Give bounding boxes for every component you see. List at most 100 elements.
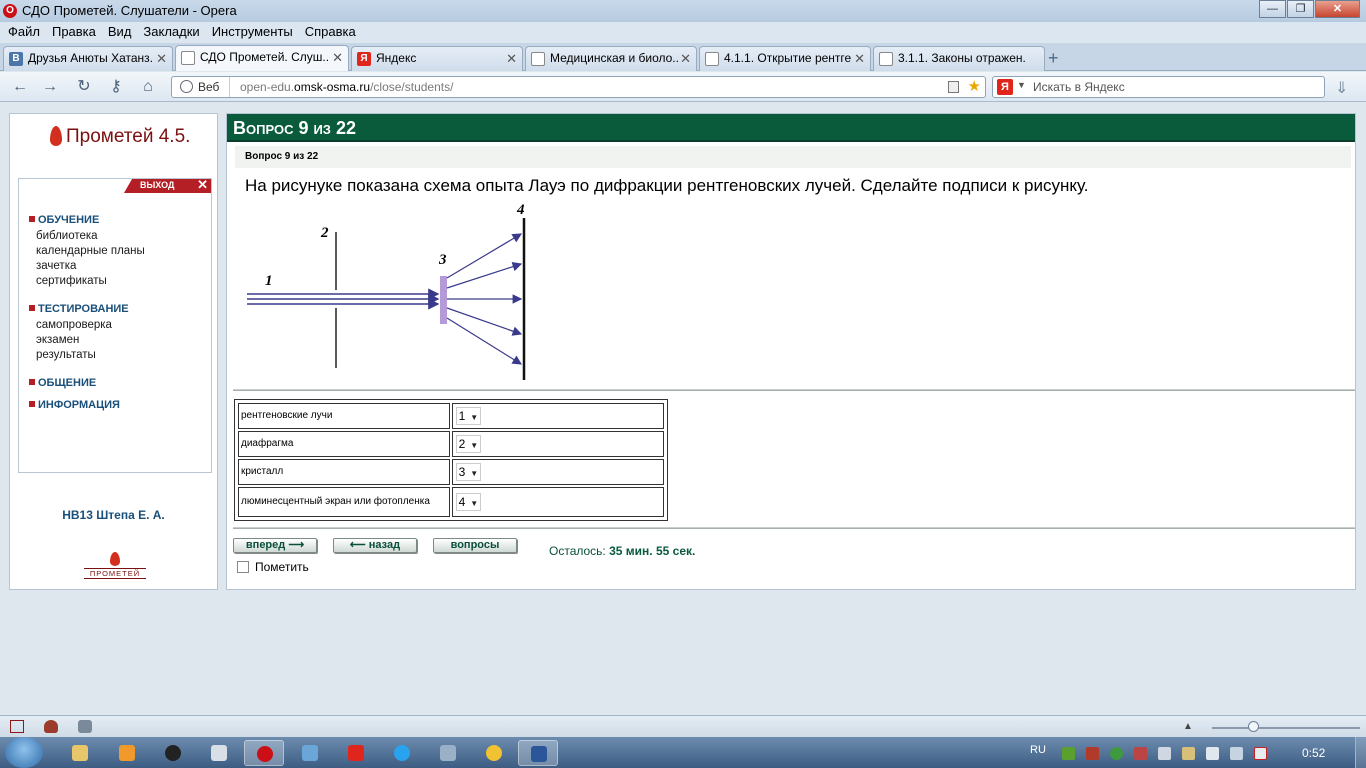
menu-edit[interactable]: Правка <box>48 22 104 42</box>
answer-select[interactable]: 3 ▼ <box>455 463 482 481</box>
tab-close-icon[interactable]: ✕ <box>506 51 517 67</box>
section-communication[interactable]: ОБЩЕНИЕ <box>29 377 96 389</box>
tab-close-icon[interactable]: ✕ <box>156 51 167 67</box>
sidebar-item-results[interactable]: результаты <box>36 349 96 361</box>
paint-icon <box>302 745 318 761</box>
answer-select[interactable]: 1 ▼ <box>455 407 482 425</box>
chevron-down-icon: ▼ <box>470 413 479 422</box>
show-desktop-button[interactable] <box>1355 737 1366 768</box>
back-arrow-icon[interactable]: ← <box>10 77 30 97</box>
tray-app-icon[interactable] <box>1134 747 1147 760</box>
tab-yandex[interactable]: Я Яндекс ✕ <box>351 46 523 71</box>
close-button[interactable]: ✕ <box>1315 0 1360 18</box>
zoom-slider[interactable] <box>1212 727 1360 729</box>
downloads-icon[interactable]: ⇓ <box>1335 78 1348 98</box>
key-icon[interactable]: ⚷ <box>106 77 126 97</box>
taskbar-opera[interactable] <box>244 740 284 766</box>
tab-close-icon[interactable]: ✕ <box>680 51 691 67</box>
menu-help[interactable]: Справка <box>301 22 364 42</box>
web-badge[interactable]: Веб <box>172 77 230 97</box>
taskbar-mail[interactable] <box>474 740 514 766</box>
media-player-icon <box>119 745 135 761</box>
maximize-button[interactable]: ❐ <box>1287 0 1314 18</box>
questions-button[interactable]: вопросы <box>433 538 517 553</box>
menu-view[interactable]: Вид <box>104 22 140 42</box>
tab-reflection-laws[interactable]: 3.1.1. Законы отражен... <box>873 46 1045 71</box>
menu-bookmarks[interactable]: Закладки <box>139 22 207 42</box>
home-icon[interactable]: ⌂ <box>138 77 158 97</box>
tab-close-icon[interactable]: ✕ <box>854 51 865 67</box>
tab-close-icon[interactable]: ✕ <box>332 50 343 66</box>
sidebar-item-certificates[interactable]: сертификаты <box>36 275 107 287</box>
taskbar-paint[interactable] <box>290 740 330 766</box>
tray-app-icon[interactable] <box>1086 747 1099 760</box>
tab-xray-discovery[interactable]: 4.1.1. Открытие рентге... ✕ <box>699 46 871 71</box>
sidebar-item-gradebook[interactable]: зачетка <box>36 260 76 272</box>
volume-icon[interactable] <box>1206 747 1219 760</box>
taskbar-app[interactable] <box>153 740 193 766</box>
mark-checkbox[interactable]: Пометить <box>237 560 309 574</box>
unite-icon[interactable] <box>44 720 58 733</box>
menu-bar: Файл Правка Вид Закладки Инструменты Спр… <box>0 22 1366 42</box>
menu-file[interactable]: Файл <box>4 22 48 42</box>
answer-row: диафрагма 2 ▼ <box>238 431 664 457</box>
url-domain: omsk-osma.ru <box>294 80 371 94</box>
taskbar-yandex[interactable] <box>336 740 376 766</box>
prometey-bottom-logo: ПРОМЕТЕЙ <box>84 552 146 579</box>
scroll-up-icon[interactable]: ▲ <box>1183 721 1193 732</box>
section-testing[interactable]: ТЕСТИРОВАНИЕ <box>29 303 129 315</box>
bookmark-star-icon[interactable]: ★ <box>968 77 981 95</box>
torrent-icon[interactable] <box>1062 747 1075 760</box>
tab-bar: В Друзья Анюты Хатанз... ✕ СДО Прометей.… <box>0 43 1366 71</box>
answer-select[interactable]: 4 ▼ <box>455 493 482 511</box>
network-signal-icon[interactable] <box>1230 747 1243 760</box>
back-button[interactable]: ⟵ назад <box>333 538 417 553</box>
usb-icon[interactable] <box>1158 747 1171 760</box>
tray-app-icon[interactable] <box>1110 747 1123 760</box>
close-icon: ✕ <box>197 177 208 192</box>
skype-icon <box>394 745 410 761</box>
exit-button[interactable]: ВЫХОД ✕ <box>124 179 211 193</box>
zoom-slider-handle[interactable] <box>1248 721 1259 732</box>
search-engine-dropdown-icon[interactable]: ▼ <box>1017 80 1026 90</box>
turbo-icon[interactable] <box>78 720 92 733</box>
forward-button[interactable]: вперед ⟶ <box>233 538 317 553</box>
taskbar-app[interactable] <box>199 740 239 766</box>
tab-vk-friends[interactable]: В Друзья Анюты Хатанз... ✕ <box>3 46 173 71</box>
taskbar-media[interactable] <box>107 740 147 766</box>
battery-icon[interactable] <box>1254 747 1267 760</box>
section-learning[interactable]: ОБУЧЕНИЕ <box>29 214 99 226</box>
reload-icon[interactable]: ↻ <box>74 77 94 97</box>
navigation-bar: ← → ↻ ⚷ ⌂ Веб open-edu.omsk-osma.ru/clos… <box>0 72 1366 102</box>
taskbar-explorer[interactable] <box>60 740 100 766</box>
panel-toggle-icon[interactable] <box>10 720 24 733</box>
forward-arrow-icon[interactable]: → <box>40 77 60 97</box>
tab-medical[interactable]: Медицинская и биоло... ✕ <box>525 46 697 71</box>
tray-app-icon[interactable] <box>1182 747 1195 760</box>
answer-select[interactable]: 2 ▼ <box>455 435 482 453</box>
mail-icon <box>486 745 502 761</box>
feed-icon[interactable] <box>948 81 959 93</box>
search-field[interactable]: Я ▼ Искать в Яндекс <box>992 76 1325 98</box>
page-icon <box>705 52 719 66</box>
taskbar-word[interactable] <box>518 740 558 766</box>
sidebar-item-exam[interactable]: экзамен <box>36 334 79 346</box>
yandex-search-icon[interactable]: Я <box>997 79 1013 95</box>
taskbar-audio[interactable] <box>428 740 468 766</box>
tab-sdo-prometey[interactable]: СДО Прометей. Слуш... ✕ <box>175 45 349 71</box>
sidebar-item-library[interactable]: библиотека <box>36 230 98 242</box>
menu-tools[interactable]: Инструменты <box>208 22 301 42</box>
taskbar-skype[interactable] <box>382 740 422 766</box>
bottom-logo-text: ПРОМЕТЕЙ <box>84 568 146 579</box>
start-button[interactable] <box>5 737 43 768</box>
url-text[interactable]: open-edu.omsk-osma.ru/close/students/ <box>240 80 453 94</box>
checkbox[interactable] <box>237 561 249 573</box>
minimize-button[interactable]: — <box>1259 0 1286 18</box>
clock[interactable]: 0:52 <box>1302 746 1325 760</box>
language-indicator[interactable]: RU <box>1030 744 1046 756</box>
sidebar-item-self-check[interactable]: самопроверка <box>36 319 112 331</box>
new-tab-icon[interactable]: + <box>1048 48 1059 69</box>
section-information[interactable]: ИНФОРМАЦИЯ <box>29 399 120 411</box>
sidebar-item-calendar-plans[interactable]: календарные планы <box>36 245 145 257</box>
address-bar[interactable]: Веб open-edu.omsk-osma.ru/close/students… <box>171 76 986 98</box>
